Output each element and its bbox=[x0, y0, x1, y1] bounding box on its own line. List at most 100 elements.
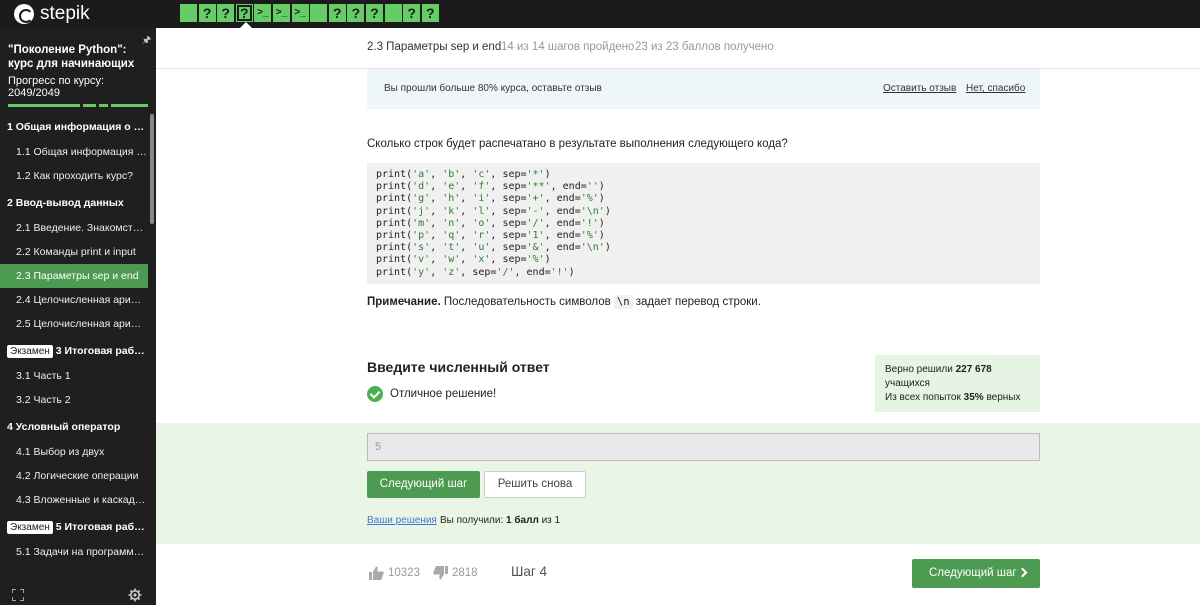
top-bar: stepik ??? >_ >_ >_????? bbox=[0, 0, 1200, 28]
code-line: print('v', 'w', 'x', sep='%') bbox=[376, 254, 551, 266]
logo-text: stepik bbox=[40, 3, 90, 24]
answer-input[interactable]: 5 bbox=[367, 433, 1040, 461]
code-line: print('a', 'b', 'c', sep='*') bbox=[376, 169, 551, 180]
question-text: Сколько строк будет распечатано в резуль… bbox=[367, 138, 788, 150]
sidebar-section[interactable]: Экзамен 5 Итоговая работа bbox=[0, 512, 148, 540]
sidebar-item-label: 3 Итоговая работа bbox=[55, 345, 148, 357]
fullscreen-icon[interactable] bbox=[12, 589, 24, 601]
lesson-title: 2.3 Параметры sep и end bbox=[367, 41, 502, 53]
like-button[interactable]: 10323 bbox=[369, 566, 420, 580]
sidebar-item[interactable]: 2.4 Целочисленная арифметика bbox=[0, 288, 148, 312]
step-tile-quiz[interactable]: ? bbox=[217, 4, 235, 22]
sidebar-item[interactable]: 4.1 Выбор из двух bbox=[0, 440, 148, 464]
step-tile-quiz[interactable]: ? bbox=[198, 4, 216, 22]
received-points: 1 балл bbox=[506, 515, 539, 526]
course-sidebar: "Поколение Python": курс для начинающих … bbox=[0, 28, 156, 605]
no-thanks-link[interactable]: Нет, спасибо bbox=[966, 83, 1025, 94]
retry-button[interactable]: Решить снова bbox=[484, 471, 586, 498]
exam-badge: Экзамен bbox=[7, 521, 53, 534]
sidebar-item[interactable]: 4.2 Логические операции bbox=[0, 464, 148, 488]
course-header: "Поколение Python": курс для начинающих … bbox=[0, 28, 156, 110]
sidebar-scrollbar[interactable] bbox=[150, 114, 154, 224]
sidebar-footer bbox=[0, 585, 156, 605]
step-navigation: ??? >_ >_ >_????? bbox=[180, 4, 440, 22]
solved-suffix: учащихся bbox=[885, 378, 930, 389]
sidebar-item-label: 4.1 Выбор из двух bbox=[16, 446, 105, 458]
note-label: Примечание. bbox=[367, 296, 441, 308]
step-tile-code[interactable]: >_ bbox=[254, 4, 272, 22]
chevron-right-icon bbox=[1017, 567, 1028, 578]
code-line: print('p', 'q', 'r', sep='1', end='%') bbox=[376, 230, 605, 242]
sidebar-item[interactable]: 2.5 Целочисленная арифметика bbox=[0, 312, 148, 336]
code-line: print('g', 'h', 'i', sep='+', end='%') bbox=[376, 193, 605, 205]
sidebar-section[interactable]: Экзамен 3 Итоговая работа bbox=[0, 336, 148, 364]
step-tile-plain[interactable] bbox=[384, 4, 402, 22]
dislike-button[interactable]: 2818 bbox=[433, 566, 478, 580]
solution-stats: Верно решили 227 678 учащихся Из всех по… bbox=[875, 355, 1040, 412]
footer-next-step-button[interactable]: Следующий шаг bbox=[912, 559, 1040, 588]
course-title[interactable]: "Поколение Python": курс для начинающих bbox=[8, 43, 140, 71]
sidebar-item[interactable]: 2.1 Введение. Знакомство с Python bbox=[0, 216, 148, 240]
sidebar-item-label: 2.1 Введение. Знакомство с Python bbox=[16, 222, 148, 234]
sidebar-item-label: 4 Условный оператор bbox=[7, 421, 121, 433]
thumbs-down-icon bbox=[433, 566, 448, 580]
attempts-pct: 35% bbox=[963, 392, 984, 403]
sidebar-item-label: 3.1 Часть 1 bbox=[16, 370, 71, 382]
sidebar-item-label: 1.2 Как проходить курс? bbox=[16, 170, 133, 182]
solved-count: 227 678 bbox=[955, 364, 992, 375]
pin-icon[interactable]: 🖈 bbox=[142, 33, 151, 50]
sidebar-item-label: 2.2 Команды print и input bbox=[16, 246, 136, 258]
step-tile-quiz[interactable]: ? bbox=[347, 4, 365, 22]
step-tile-code[interactable]: >_ bbox=[272, 4, 290, 22]
step-tile-quiz[interactable]: ? bbox=[403, 4, 421, 22]
solved-prefix: Верно решили bbox=[885, 364, 953, 375]
next-step-button[interactable]: Следующий шаг bbox=[367, 471, 480, 498]
step-tile-quiz[interactable]: ? bbox=[365, 4, 383, 22]
review-banner: Вы прошли больше 80% курса, оставьте отз… bbox=[367, 69, 1040, 109]
leave-review-link[interactable]: Оставить отзыв bbox=[883, 83, 956, 94]
note-text-before: Последовательность символов bbox=[440, 296, 614, 308]
code-line: print('j', 'k', 'l', sep='-', end='\n') bbox=[376, 205, 611, 217]
solved-line: Верно решили 227 678 bbox=[885, 363, 1030, 377]
sidebar-section[interactable]: 4 Условный оператор bbox=[0, 412, 148, 440]
sidebar-item[interactable]: 4.3 Вложенные и каскадные условия bbox=[0, 488, 148, 512]
step-tile-quiz[interactable]: ? bbox=[328, 4, 346, 22]
code-line: print('m', 'n', 'o', sep='/', end='!') bbox=[376, 217, 605, 229]
sidebar-item[interactable]: 1.2 Как проходить курс? bbox=[0, 164, 148, 188]
answer-title: Введите численный ответ bbox=[367, 359, 550, 375]
step-tile-code[interactable]: >_ bbox=[291, 4, 309, 22]
stepik-logo[interactable]: stepik bbox=[14, 3, 90, 25]
sidebar-item[interactable]: 3.2 Часть 2 bbox=[0, 388, 148, 412]
code-line: print('d', 'e', 'f', sep='**', end='') bbox=[376, 181, 605, 193]
attempts-suffix: верных bbox=[986, 392, 1021, 403]
lesson-header: 2.3 Параметры sep и end 14 из 14 шагов п… bbox=[156, 28, 1200, 69]
course-nav: 1 Общая информация о курсе 1.1 Общая инфо… bbox=[0, 112, 148, 564]
attempts-line: Из всех попыток 35% верных bbox=[885, 391, 1030, 405]
gear-icon[interactable] bbox=[128, 588, 142, 602]
success-message: Отличное решение! bbox=[367, 386, 496, 402]
step-tile-plain[interactable] bbox=[310, 4, 328, 22]
thumbs-up-icon bbox=[369, 566, 384, 580]
sidebar-item[interactable]: 2.2 Команды print и input bbox=[0, 240, 148, 264]
progress-bar bbox=[8, 104, 148, 107]
course-progress: Прогресс по курсу: 2049/2049 bbox=[8, 75, 148, 99]
sidebar-item[interactable]: 3.1 Часть 1 bbox=[0, 364, 148, 388]
progress-label: Прогресс по курсу: bbox=[8, 75, 105, 87]
step-tile-quiz[interactable]: ? bbox=[421, 4, 439, 22]
check-circle-icon bbox=[367, 386, 383, 402]
step-tile-quiz[interactable]: ? bbox=[235, 4, 253, 22]
your-solutions-link[interactable]: Ваши решения bbox=[367, 515, 437, 526]
step-number: Шаг 4 bbox=[511, 564, 548, 579]
sidebar-section[interactable]: 1 Общая информация о курсе bbox=[0, 112, 148, 140]
sidebar-item-label: 2.5 Целочисленная арифметика bbox=[16, 318, 148, 330]
points-received: Вы получили: 1 балл из 1 bbox=[440, 515, 560, 526]
attempts-prefix: Из всех попыток bbox=[885, 392, 961, 403]
sidebar-item-label: 1 Общая информация о курсе bbox=[7, 121, 148, 133]
sidebar-item[interactable]: 5.1 Задачи на программирование bbox=[0, 540, 148, 564]
sidebar-item-label: 5 Итоговая работа bbox=[55, 521, 148, 533]
sidebar-item[interactable]: 1.1 Общая информация о курсе bbox=[0, 140, 148, 164]
sidebar-item[interactable]: 2.3 Параметры sep и end bbox=[0, 264, 148, 288]
sidebar-section[interactable]: 2 Ввод-вывод данных bbox=[0, 188, 148, 216]
step-tile-plain[interactable] bbox=[180, 4, 197, 22]
received-prefix: Вы получили: bbox=[440, 515, 504, 526]
